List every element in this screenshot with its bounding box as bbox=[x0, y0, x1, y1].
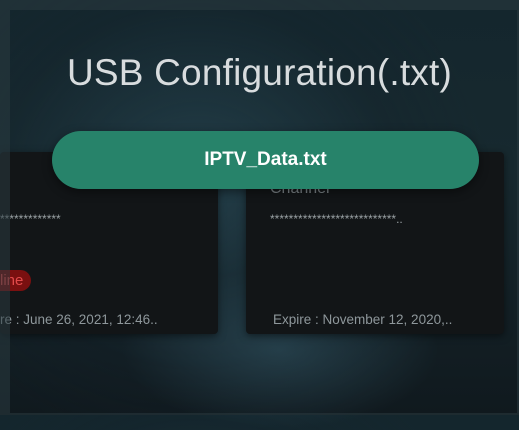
file-select-button[interactable]: IPTV_Data.txt bbox=[52, 131, 479, 189]
dialog-title: USB Configuration(.txt) bbox=[66, 52, 453, 93]
status-badge: line bbox=[0, 270, 32, 291]
card-password-mask: ************* bbox=[0, 212, 61, 226]
card-expire-text: re : June 26, 2021, 12:46.. bbox=[0, 312, 158, 327]
card-password-mask: ***************************.. bbox=[270, 212, 403, 226]
card-expire-text: Expire : November 12, 2020,.. bbox=[273, 312, 453, 327]
